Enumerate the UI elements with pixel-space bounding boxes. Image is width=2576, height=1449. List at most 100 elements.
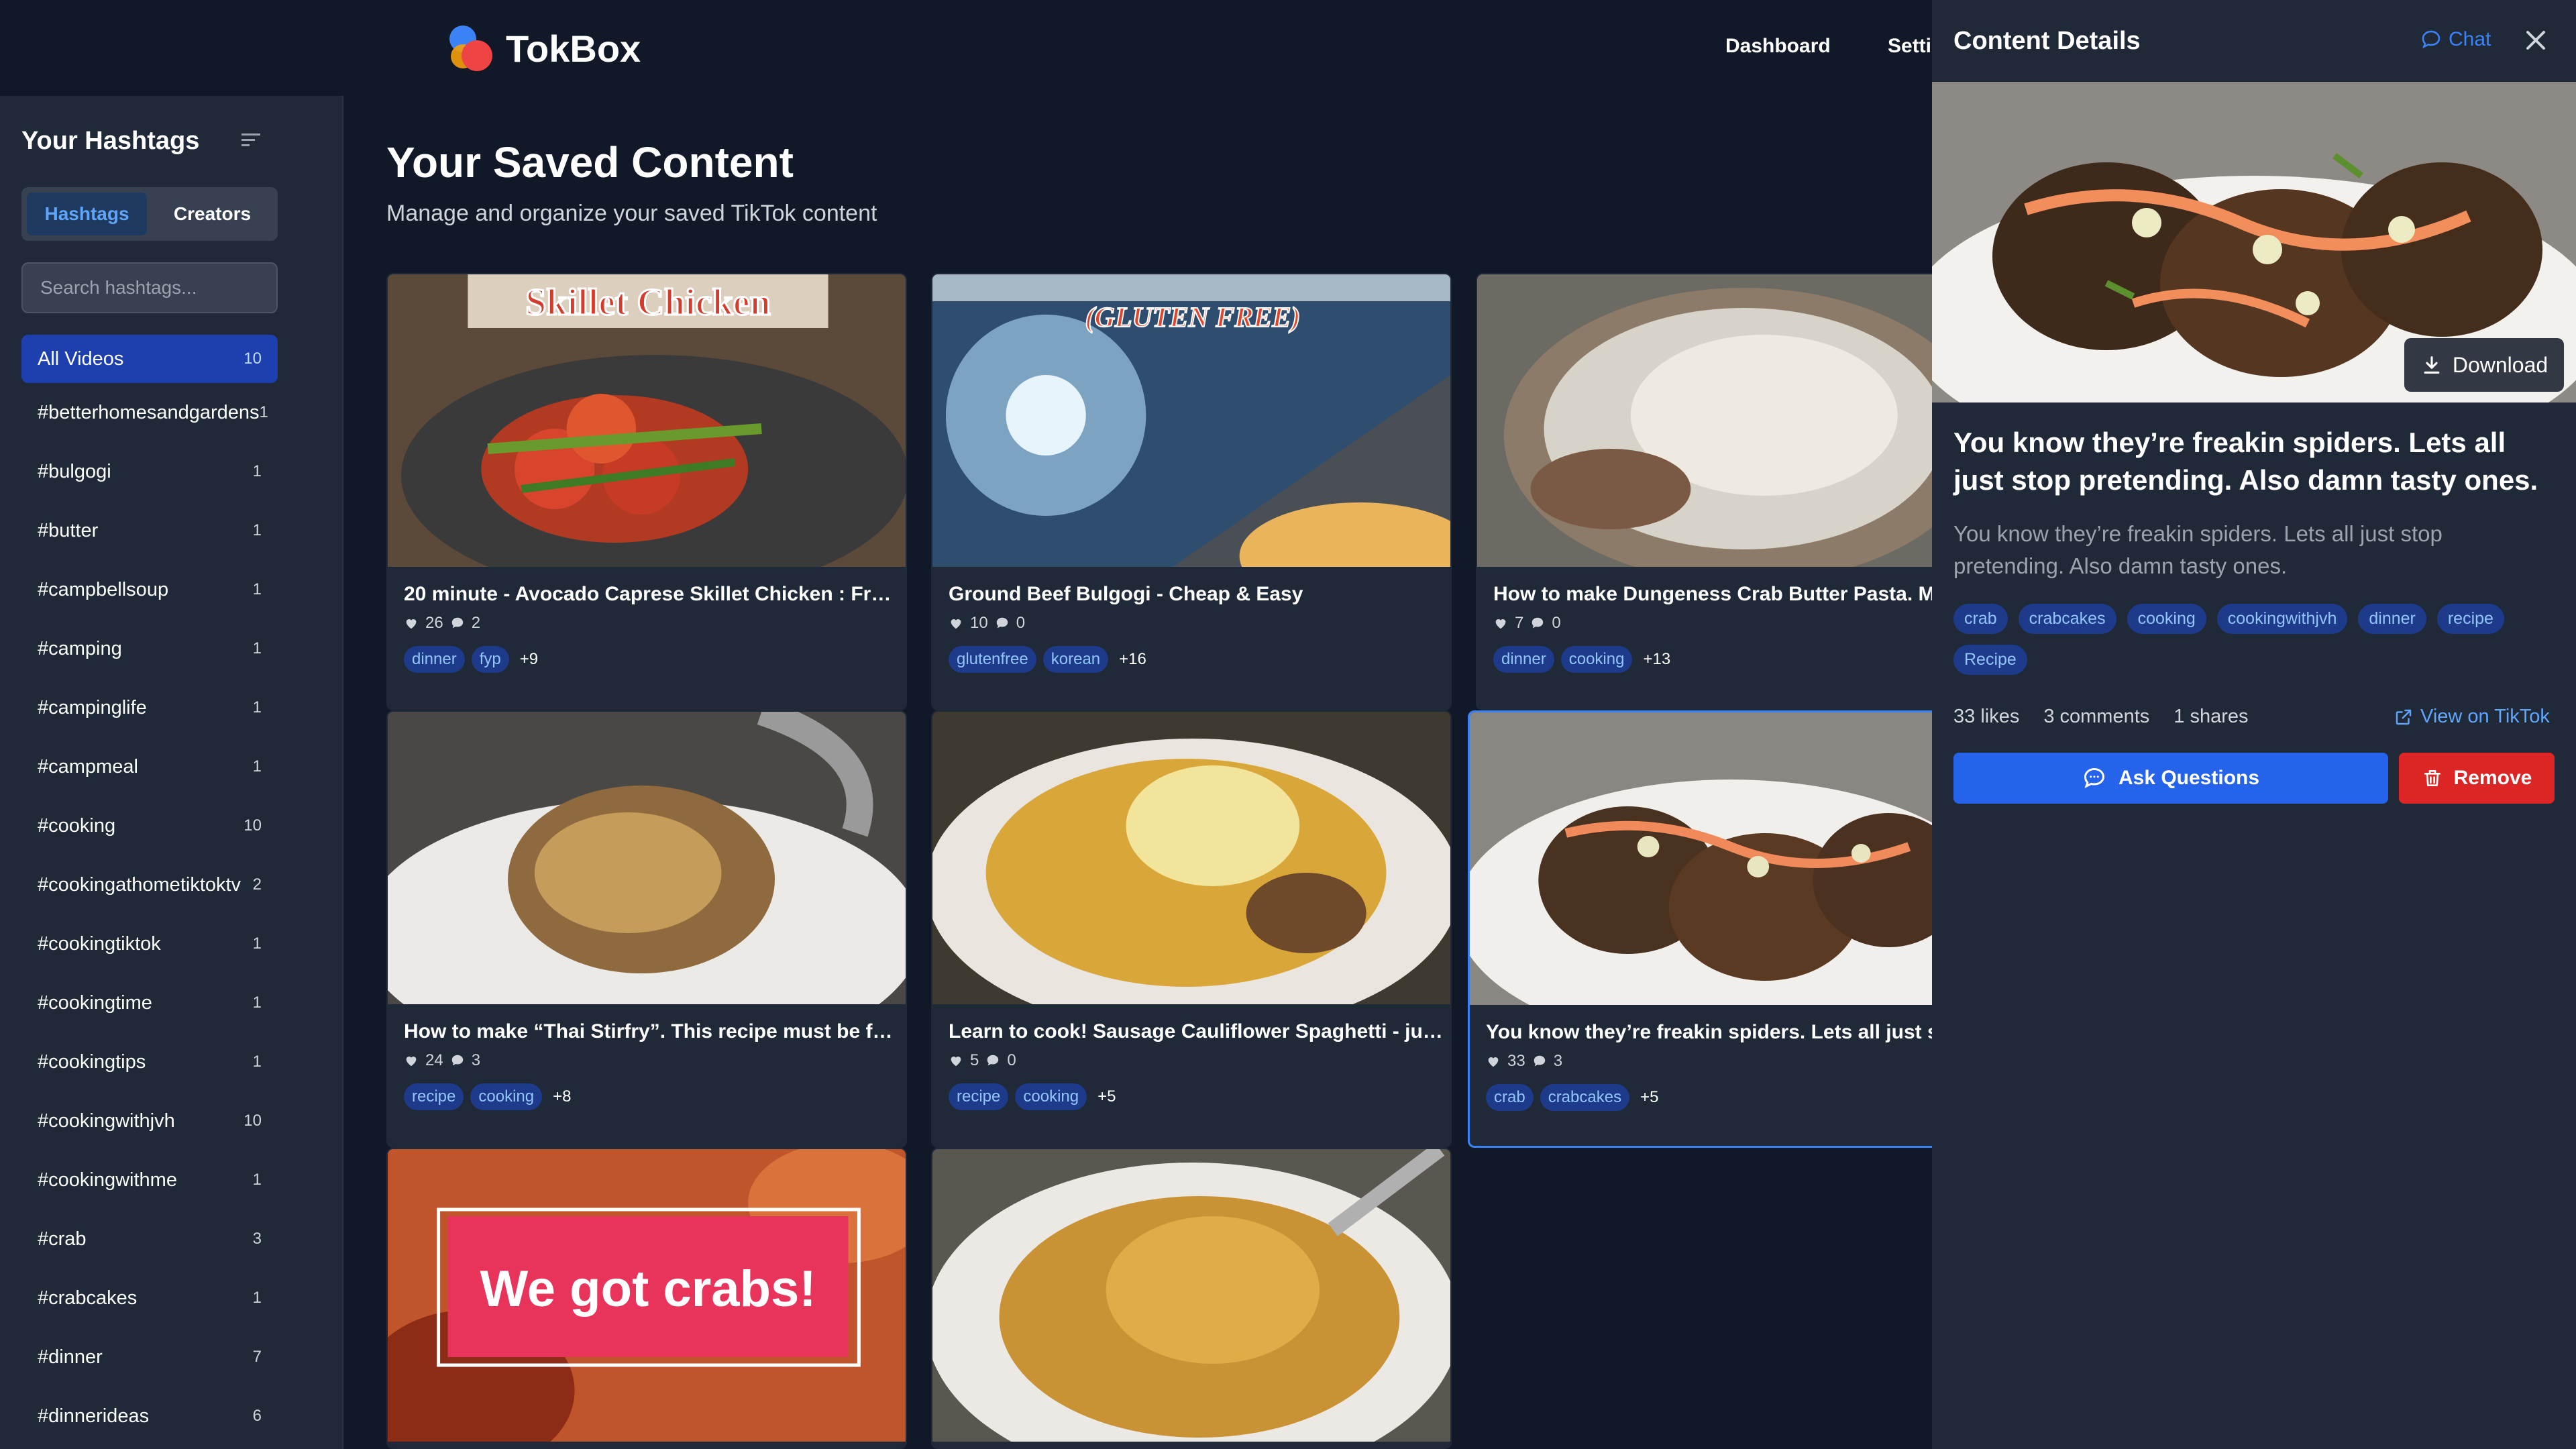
- sidebar-item-hashtag[interactable]: #cookingathometiktoktv 2: [21, 855, 278, 914]
- tag-chip[interactable]: cooking: [1560, 646, 1633, 673]
- sidebar-item-hashtag[interactable]: #cookingtiktok 1: [21, 914, 278, 973]
- download-icon: [2424, 356, 2440, 374]
- hashtag-label: #crabcakes: [38, 1287, 138, 1309]
- video-card[interactable]: Skillet Chicken 20 minute - Avocado Capr…: [386, 273, 907, 710]
- more-tags-count: +13: [1643, 650, 1671, 668]
- heart-icon: [1495, 619, 1506, 629]
- comment-icon: [1534, 1055, 1545, 1067]
- video-card[interactable]: Learn to cook! Sausage Cauliflower Spagh…: [931, 710, 1452, 1148]
- sidebar-item-label: All Videos: [38, 347, 124, 370]
- sidebar-item-hashtag[interactable]: #dinner 7: [21, 1328, 278, 1387]
- tag-chip[interactable]: recipe: [404, 1083, 464, 1110]
- more-tags-count: +9: [519, 650, 539, 668]
- tag-chip[interactable]: cookingwithjvh: [2216, 604, 2348, 634]
- tag-chip[interactable]: dinner: [404, 646, 465, 673]
- tag-chip[interactable]: crab: [1486, 1084, 1534, 1111]
- tag-chip[interactable]: dinner: [2358, 604, 2426, 634]
- comments-count: 2: [471, 614, 481, 632]
- tab-creators[interactable]: Creators: [152, 193, 272, 235]
- video-thumbnail: [388, 712, 906, 1067]
- brand[interactable]: TokBox: [447, 21, 641, 75]
- detail-description: You know they’re freakin spiders. Lets a…: [1953, 521, 2443, 578]
- sidebar-item-hashtag[interactable]: #butter 1: [21, 501, 278, 560]
- remove-button[interactable]: Remove: [2399, 753, 2555, 804]
- sidebar-item-hashtag[interactable]: #cookingwithjvh 10: [21, 1091, 278, 1150]
- sidebar-item-hashtag[interactable]: #campbellsoup 1: [21, 560, 278, 619]
- tag-chip[interactable]: cooking: [470, 1083, 543, 1110]
- svg-text:We got crabs!: We got crabs!: [480, 1260, 816, 1318]
- hashtag-search: [21, 262, 278, 313]
- tag-chip[interactable]: Recipe: [1953, 645, 2027, 675]
- heart-icon: [406, 619, 417, 629]
- sidebar-tab-switcher: Hashtags Creators: [21, 187, 278, 241]
- video-card[interactable]: How to make Dungeness Crab Butter Pasta.…: [1476, 273, 1996, 710]
- sidebar-item-hashtag[interactable]: #crabcakes 1: [21, 1269, 278, 1328]
- hashtag-label: #bulgogi: [38, 460, 111, 482]
- tag-chip[interactable]: fyp: [471, 646, 509, 673]
- video-thumbnail: [1470, 712, 2002, 1048]
- hashtag-label: #dinnerideas: [38, 1405, 150, 1427]
- hashtag-count: 1: [252, 934, 262, 953]
- heart-icon: [1488, 1057, 1499, 1067]
- hashtag-search-input[interactable]: [39, 276, 260, 299]
- sidebar-item-hashtag[interactable]: #cookingtime 1: [21, 973, 278, 1032]
- chat-link[interactable]: Chat: [2420, 28, 2491, 51]
- hashtag-label: #cookingwithjvh: [38, 1110, 175, 1132]
- video-title: How to make Dungeness Crab Butter Pasta.…: [1493, 583, 1990, 605]
- content-details-panel: Content Details Chat Download You know t…: [1932, 0, 2576, 1449]
- tag-chip[interactable]: dinner: [1493, 646, 1554, 673]
- tag-chip[interactable]: cooking: [1015, 1083, 1087, 1110]
- sidebar-item-hashtag[interactable]: #betterhomesandgardens 1: [21, 383, 278, 442]
- view-on-tiktok-link[interactable]: View on TikTok: [2394, 706, 2550, 728]
- sidebar-item-hashtag[interactable]: #dinnerideas 6: [21, 1387, 278, 1446]
- video-card[interactable]: (GLUTEN FREE) Ground Beef Bulgogi - Chea…: [931, 273, 1452, 710]
- hashtag-label: #campinglife: [38, 696, 147, 718]
- hashtag-label: #butter: [38, 519, 99, 541]
- sidebar-item-hashtag[interactable]: #campinglife 1: [21, 678, 278, 737]
- video-card[interactable]: We got crabs!: [386, 1148, 907, 1449]
- tab-hashtags[interactable]: Hashtags: [27, 193, 147, 235]
- tag-chip[interactable]: crabcakes: [2018, 604, 2116, 634]
- sidebar-item-all-videos[interactable]: All Videos 10: [21, 335, 278, 383]
- tag-chip[interactable]: crabcakes: [1540, 1084, 1630, 1111]
- tag-chip[interactable]: korean: [1042, 646, 1109, 673]
- video-thumbnail: [1477, 274, 1995, 583]
- close-icon[interactable]: [2522, 27, 2549, 54]
- tag-chip[interactable]: recipe: [949, 1083, 1009, 1110]
- tag-chip[interactable]: crab: [1953, 604, 2008, 634]
- video-card-selected[interactable]: You know they’re freakin spiders. Lets a…: [1468, 710, 2004, 1148]
- likes-count: 26: [425, 614, 443, 632]
- sidebar-item-hashtag[interactable]: #cooking 10: [21, 796, 278, 855]
- hashtag-count: 1: [252, 1171, 262, 1189]
- video-tags: recipe cooking +5: [949, 1083, 1116, 1110]
- download-label: Download: [2452, 352, 2548, 377]
- sort-icon[interactable]: [240, 131, 262, 150]
- sidebar-item-hashtag[interactable]: #bulgogi 1: [21, 442, 278, 501]
- video-card[interactable]: How to make “Thai Stirfry”. This recipe …: [386, 710, 907, 1148]
- sidebar-item-hashtag[interactable]: #crab 3: [21, 1210, 278, 1269]
- hashtag-label: #cookingathometiktoktv: [38, 873, 241, 896]
- hashtag-count: 1: [252, 580, 262, 598]
- hashtag-count: 1: [252, 1053, 262, 1071]
- heart-icon: [951, 1057, 961, 1067]
- video-title: You know they’re freakin spiders. Lets a…: [1486, 1021, 1982, 1043]
- tag-chip[interactable]: glutenfree: [949, 646, 1036, 673]
- nav-dashboard[interactable]: Dashboard: [1725, 35, 1831, 58]
- video-card[interactable]: [931, 1148, 1452, 1449]
- tag-chip[interactable]: cooking: [2127, 604, 2206, 634]
- sidebar-item-hashtag[interactable]: #camping 1: [21, 619, 278, 678]
- hashtag-count: 1: [259, 403, 268, 421]
- ask-questions-button[interactable]: Ask Questions: [1953, 753, 2388, 804]
- nav-settings[interactable]: Setti: [1888, 35, 1931, 58]
- tag-chip[interactable]: recipe: [2436, 604, 2504, 634]
- sidebar-item-hashtag[interactable]: #campmeal 1: [21, 737, 278, 796]
- likes-count: 7: [1515, 614, 1524, 632]
- hashtag-label: #betterhomesandgardens: [38, 401, 260, 423]
- heart-icon: [406, 1057, 417, 1067]
- sidebar-item-hashtag[interactable]: #cookingtips 1: [21, 1032, 278, 1091]
- download-button[interactable]: Download: [2404, 338, 2564, 392]
- hashtag-count: 1: [252, 757, 262, 775]
- hashtag-count: 10: [244, 1112, 262, 1130]
- sidebar-item-hashtag[interactable]: #cookingwithme 1: [21, 1150, 278, 1210]
- detail-video-title: You know they’re freakin spiders. Lets a…: [1953, 427, 2538, 496]
